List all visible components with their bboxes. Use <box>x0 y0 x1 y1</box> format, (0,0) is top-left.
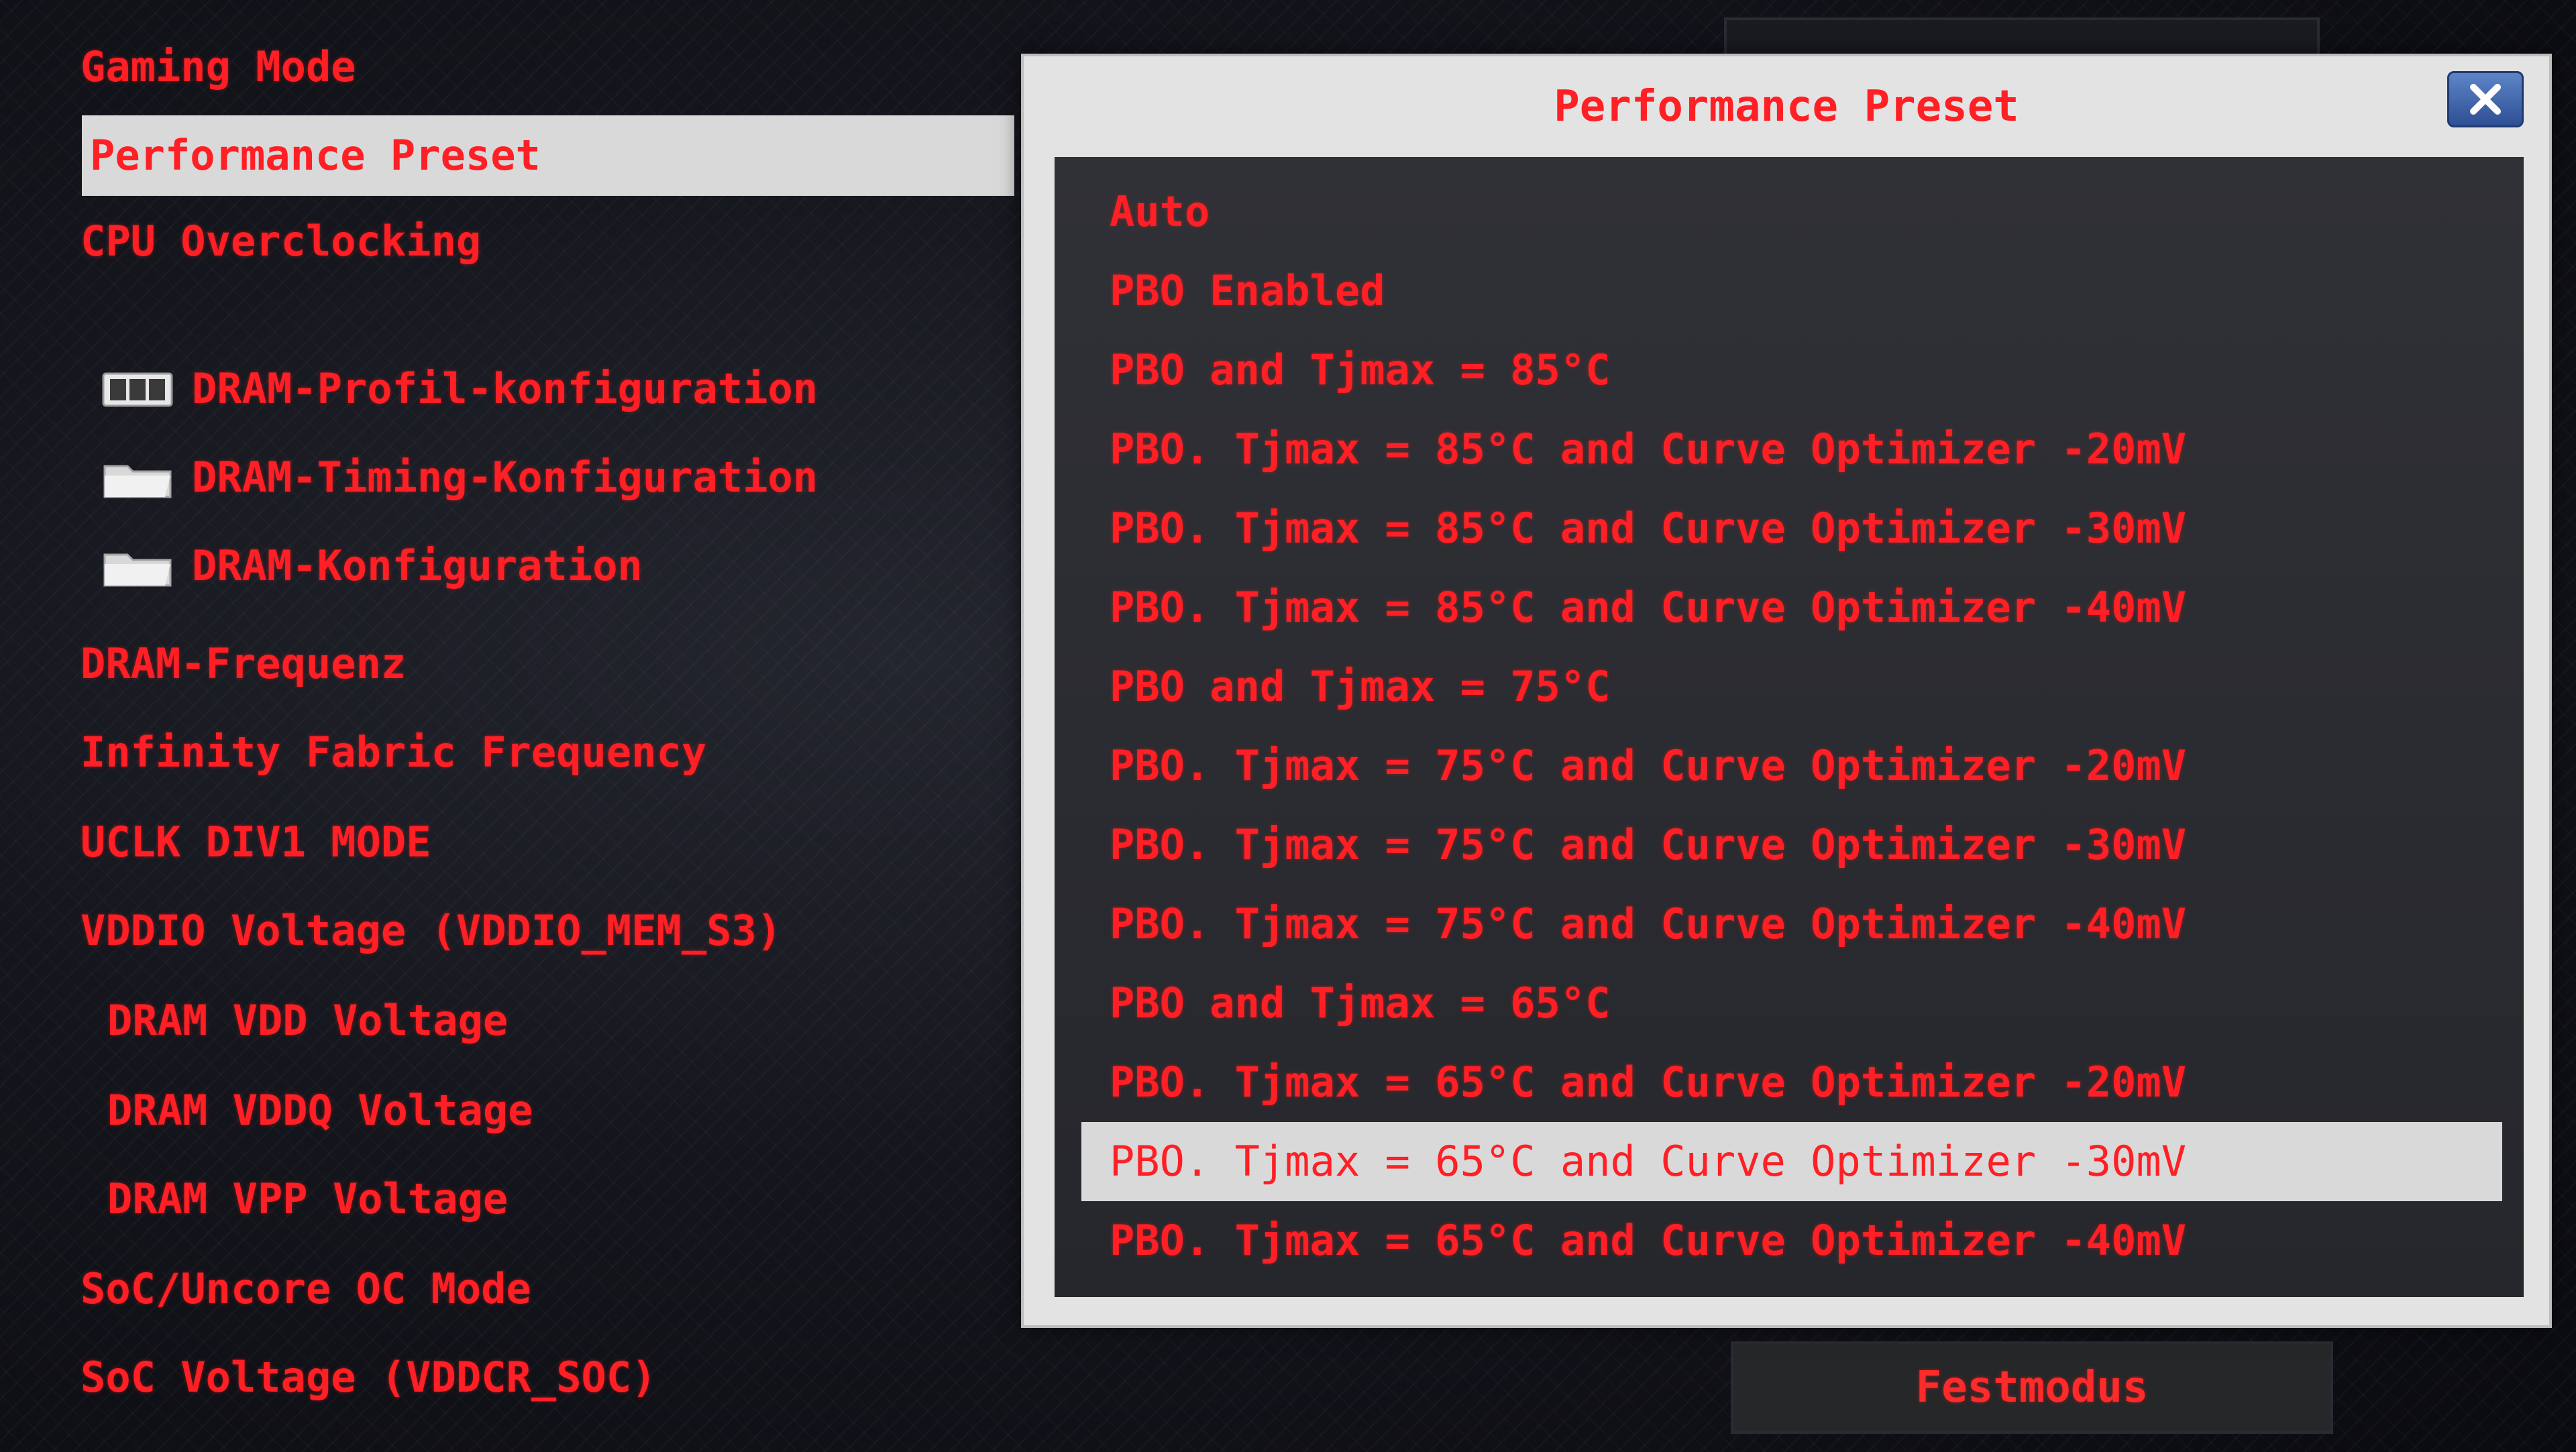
value-festmodus[interactable]: Festmodus <box>1731 1341 2333 1434</box>
option-item[interactable]: PBO. Tjmax = 75°C and Curve Optimizer -2… <box>1055 726 2524 805</box>
menu-item-performance-preset[interactable]: Performance Preset <box>82 115 1014 196</box>
menu-item-dram-config[interactable]: DRAM-Konfiguration <box>101 526 643 606</box>
menu-item-uclk[interactable]: UCLK DIV1 MODE <box>80 802 431 883</box>
menu-item-label: DRAM-Timing-Konfiguration <box>192 453 818 502</box>
menu-item-dram-timing[interactable]: DRAM-Timing-Konfiguration <box>101 437 818 518</box>
menu-item-dram-vdd[interactable]: DRAM VDD Voltage <box>107 981 508 1061</box>
menu-item-dram-vpp[interactable]: DRAM VPP Voltage <box>107 1159 508 1239</box>
option-item-selected[interactable]: PBO. Tjmax = 65°C and Curve Optimizer -3… <box>1081 1122 2502 1201</box>
menu-item-infinity-fabric[interactable]: Infinity Fabric Frequency <box>80 712 706 793</box>
menu-item-soc-voltage[interactable]: SoC Voltage (VDDCR_SOC) <box>80 1337 657 1418</box>
option-item[interactable]: PBO and Tjmax = 65°C <box>1055 964 2524 1043</box>
close-icon <box>2470 84 2501 115</box>
menu-item-gaming-mode[interactable]: Gaming Mode <box>80 27 356 107</box>
menu-item-label: DRAM-Profil-konfiguration <box>192 364 818 413</box>
option-item[interactable]: PBO. Tjmax = 65°C and Curve Optimizer -4… <box>1055 1201 2524 1280</box>
option-item[interactable]: PBO and Tjmax = 85°C <box>1055 331 2524 410</box>
option-item[interactable]: PBO. Tjmax = 65°C and Curve Optimizer -2… <box>1055 1043 2524 1122</box>
option-item[interactable]: PBO Enabled <box>1055 252 2524 331</box>
folder-icon <box>101 543 174 590</box>
option-item[interactable]: PBO. Tjmax = 75°C and Curve Optimizer -4… <box>1055 885 2524 964</box>
performance-preset-dialog: Performance Preset Auto PBO Enabled PBO an… <box>1021 54 2552 1328</box>
folder-icon <box>101 454 174 501</box>
option-item[interactable]: PBO. Tjmax = 75°C and Curve Optimizer -3… <box>1055 805 2524 885</box>
option-list[interactable]: Auto PBO Enabled PBO and Tjmax = 85°C PBO. … <box>1055 157 2524 1297</box>
chip-icon <box>101 366 174 412</box>
menu-item-dram-profile[interactable]: DRAM-Profil-konfiguration <box>101 349 818 429</box>
close-button[interactable] <box>2447 71 2524 127</box>
option-item[interactable]: Auto <box>1055 172 2524 252</box>
dialog-title: Performance Preset <box>1554 82 2019 131</box>
menu-item-cpu-overclocking[interactable]: CPU Overclocking <box>80 201 481 282</box>
option-item[interactable]: PBO. Tjmax = 85°C and Curve Optimizer -4… <box>1055 568 2524 647</box>
option-item[interactable]: PBO. Tjmax = 85°C and Curve Optimizer -2… <box>1055 410 2524 489</box>
menu-item-label: DRAM-Konfiguration <box>192 541 643 590</box>
option-item[interactable]: PBO and Tjmax = 75°C <box>1055 647 2524 726</box>
menu-item-vddio-voltage[interactable]: VDDIO Voltage (VDDIO_MEM_S3) <box>80 891 782 971</box>
menu-item-dram-vddq[interactable]: DRAM VDDQ Voltage <box>107 1070 533 1151</box>
menu-item-soc-uncore[interactable]: SoC/Uncore OC Mode <box>80 1249 531 1329</box>
menu-item-dram-frequency[interactable]: DRAM-Frequenz <box>80 624 406 704</box>
option-item[interactable]: PBO. Tjmax = 85°C and Curve Optimizer -3… <box>1055 489 2524 568</box>
